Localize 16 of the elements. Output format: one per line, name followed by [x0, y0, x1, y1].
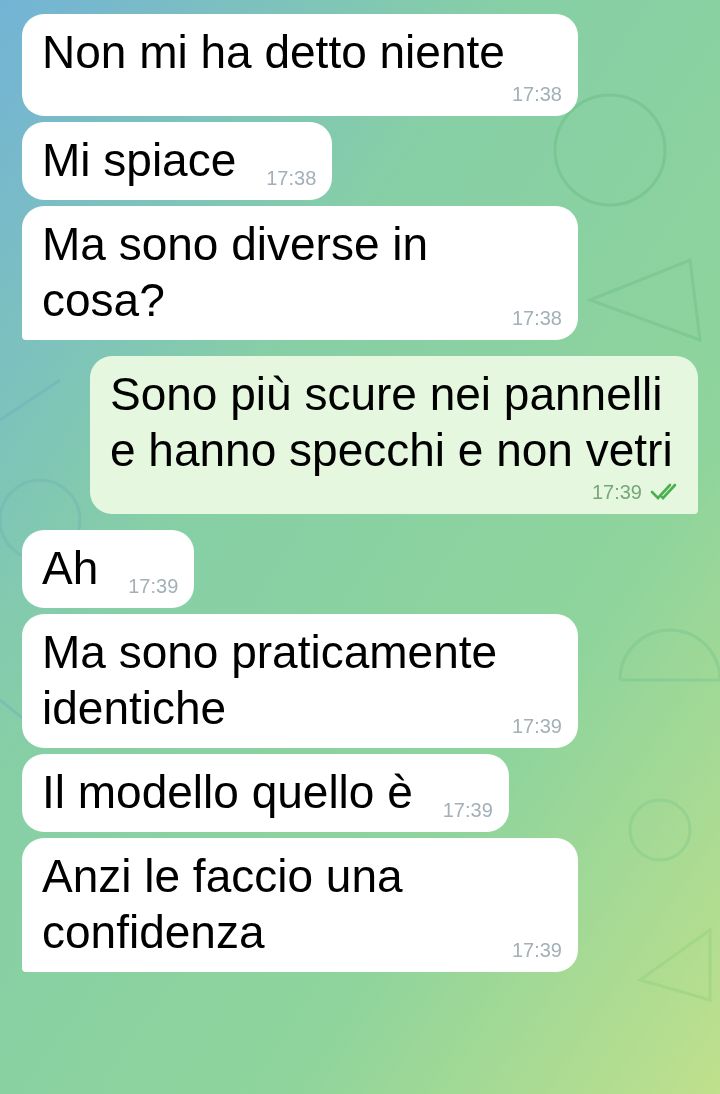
message-time: 17:38: [511, 306, 562, 330]
message-time: 17:39: [128, 574, 179, 598]
message-text: Mi spiace: [42, 134, 237, 186]
message-text: Anzi le faccio una confidenza: [42, 850, 403, 958]
message-text: Ma sono praticamente identiche: [42, 626, 498, 734]
message-time: 17:38: [266, 166, 317, 190]
message-time: 17:38: [511, 82, 562, 106]
message-text: Non mi ha detto niente: [42, 26, 505, 78]
message-text: Ma sono diverse in cosa?: [42, 218, 429, 326]
message-time: 17:39: [591, 480, 642, 504]
message-time: 17:39: [511, 714, 562, 738]
message-text: Il modello quello è: [42, 766, 413, 818]
message-text: Sono più scure nei pannelli e hanno specchi e non vetri: [110, 368, 673, 476]
message-time: 17:39: [511, 938, 562, 962]
message-text: Ah: [42, 542, 99, 594]
message-time: 17:39: [442, 798, 493, 822]
